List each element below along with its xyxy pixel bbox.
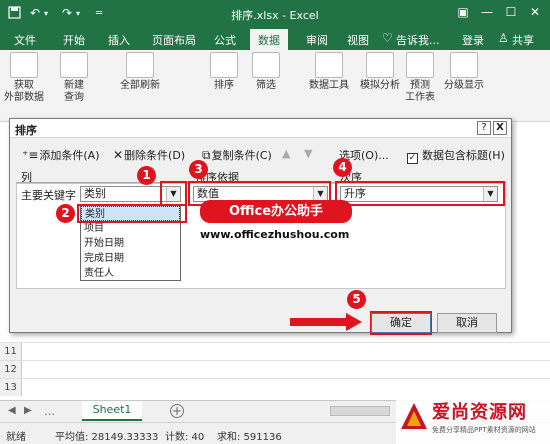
filter-button[interactable]: 筛选	[248, 52, 284, 92]
watermark-name: 爱尚资源网	[432, 402, 527, 423]
lightbulb-icon: ♡	[382, 31, 393, 45]
cancel-button[interactable]: 取消	[437, 313, 497, 333]
dialog-title: 排序	[15, 124, 37, 137]
count-status: 计数: 40	[165, 432, 205, 443]
pointer-arrow-icon	[346, 313, 362, 331]
filter-icon	[252, 52, 280, 78]
step-badge-4: 4	[333, 158, 352, 177]
step-badge-2: 2	[56, 204, 75, 223]
step-badge-5: 5	[347, 290, 366, 309]
delete-x-icon: ✕	[113, 148, 124, 162]
row-header[interactable]: 13	[0, 379, 22, 396]
step-badge-1: 1	[137, 166, 156, 185]
tab-home[interactable]: 开始	[63, 32, 85, 48]
forecast-sheet-button[interactable]: 预测 工作表	[400, 52, 440, 104]
sort-az-icon	[210, 52, 238, 78]
tab-view[interactable]: 视图	[347, 32, 369, 48]
ribbon-tabs: 文件 开始 插入 页面布局 公式 数据 审阅 视图 ♡ 告诉我... 登录 ♙ …	[0, 28, 550, 50]
title-bar: ↶ ▾ ↷ ▾ ═ 排序.xlsx - Excel ▣ — ☐ ✕	[0, 0, 550, 28]
ok-button[interactable]: 确定	[371, 313, 431, 333]
row-header[interactable]: 12	[0, 361, 22, 378]
average-status: 平均值: 28149.33333	[55, 432, 159, 443]
person-icon: ♙	[498, 31, 509, 45]
get-external-data-button[interactable]: 获取 外部数据	[2, 52, 46, 104]
prev-sheet-icon[interactable]: ◀	[8, 405, 16, 416]
tab-page-layout[interactable]: 页面布局	[152, 32, 196, 48]
highlight-box-2	[77, 204, 187, 223]
help-button[interactable]: ?	[477, 121, 491, 135]
close-window-icon[interactable]: ✕	[524, 5, 546, 19]
checkmark-icon: ✓	[407, 153, 418, 164]
ready-status: 就绪	[6, 432, 26, 443]
delete-condition-button[interactable]: ✕删除条件(D)	[113, 147, 185, 163]
share-button[interactable]: 共享	[512, 32, 534, 48]
watermark-tagline: 免费分享精品PPT素材资源的网站	[432, 426, 536, 434]
office-assistant-callout: Office办公助手	[200, 200, 352, 223]
move-down-button[interactable]: ▼	[304, 147, 312, 160]
dropdown-option[interactable]: 开始日期	[81, 236, 180, 251]
database-icon	[10, 52, 38, 78]
add-condition-button[interactable]: ⁺≡添加条件(A)	[22, 147, 100, 163]
outline-icon	[450, 52, 478, 78]
website-label: www.officezhushou.com	[200, 228, 350, 241]
outline-button[interactable]: 分级显示	[440, 52, 488, 92]
forecast-icon	[406, 52, 434, 78]
dialog-close-button[interactable]: X	[493, 121, 507, 135]
add-sheet-button[interactable]: +	[170, 404, 184, 418]
move-up-button[interactable]: ▲	[282, 147, 290, 160]
sort-button[interactable]: 排序	[206, 52, 242, 92]
sum-status: 求和: 591136	[217, 432, 282, 443]
dropdown-option[interactable]: 项目	[81, 221, 180, 236]
has-headers-checkbox[interactable]: ✓ 数据包含标题(H)	[407, 147, 505, 164]
copy-condition-button[interactable]: ⧉复制条件(C)	[202, 147, 272, 163]
ribbon-options-icon[interactable]: ▣	[452, 5, 474, 19]
tab-review[interactable]: 审阅	[306, 32, 328, 48]
dropdown-option[interactable]: 完成日期	[81, 251, 180, 266]
login-link[interactable]: 登录	[462, 32, 484, 48]
watermark-logo: 爱尚资源网 免费分享精品PPT素材资源的网站	[396, 395, 550, 444]
new-query-button[interactable]: 新建 查询	[52, 52, 96, 104]
ribbon: 获取 外部数据 新建 查询 全部刷新 排序 筛选 数据工具 模拟分析 预测 工作…	[0, 50, 550, 122]
more-sheets-icon[interactable]: …	[44, 405, 55, 418]
next-sheet-icon[interactable]: ▶	[24, 405, 32, 416]
highlight-box-4	[335, 181, 505, 206]
tab-insert[interactable]: 插入	[108, 32, 130, 48]
horizontal-scrollbar[interactable]	[330, 406, 390, 416]
copy-icon: ⧉	[202, 148, 211, 162]
row-header[interactable]: 11	[0, 343, 22, 360]
maximize-icon[interactable]: ☐	[500, 5, 522, 19]
main-key-label: 主要关键字	[21, 189, 76, 202]
add-level-icon: ⁺≡	[22, 148, 39, 162]
tell-me-input[interactable]: 告诉我...	[396, 32, 440, 48]
tab-formulas[interactable]: 公式	[214, 32, 236, 48]
refresh-all-button[interactable]: 全部刷新	[116, 52, 164, 92]
step-badge-3: 3	[189, 160, 208, 179]
sheet-tab-sheet1[interactable]: Sheet1	[82, 401, 142, 421]
tab-data[interactable]: 数据	[250, 29, 288, 50]
sort-dialog: 排序 ? X ⁺≡添加条件(A) ✕删除条件(D) ⧉复制条件(C) ▲ ▼ 选…	[9, 118, 512, 333]
dropdown-option[interactable]: 责任人	[81, 266, 180, 281]
what-if-icon	[366, 52, 394, 78]
highlight-box-1	[160, 181, 187, 206]
data-tools-button[interactable]: 数据工具	[305, 52, 353, 92]
refresh-icon	[126, 52, 154, 78]
pointer-arrow-shaft	[290, 318, 350, 326]
mountain-logo-icon	[401, 403, 427, 429]
tab-file[interactable]: 文件	[14, 32, 36, 48]
dialog-title-bar: 排序 ? X	[10, 119, 511, 138]
data-tools-icon	[315, 52, 343, 78]
what-if-button[interactable]: 模拟分析	[356, 52, 404, 92]
minimize-icon[interactable]: —	[476, 5, 498, 19]
table-query-icon	[60, 52, 88, 78]
